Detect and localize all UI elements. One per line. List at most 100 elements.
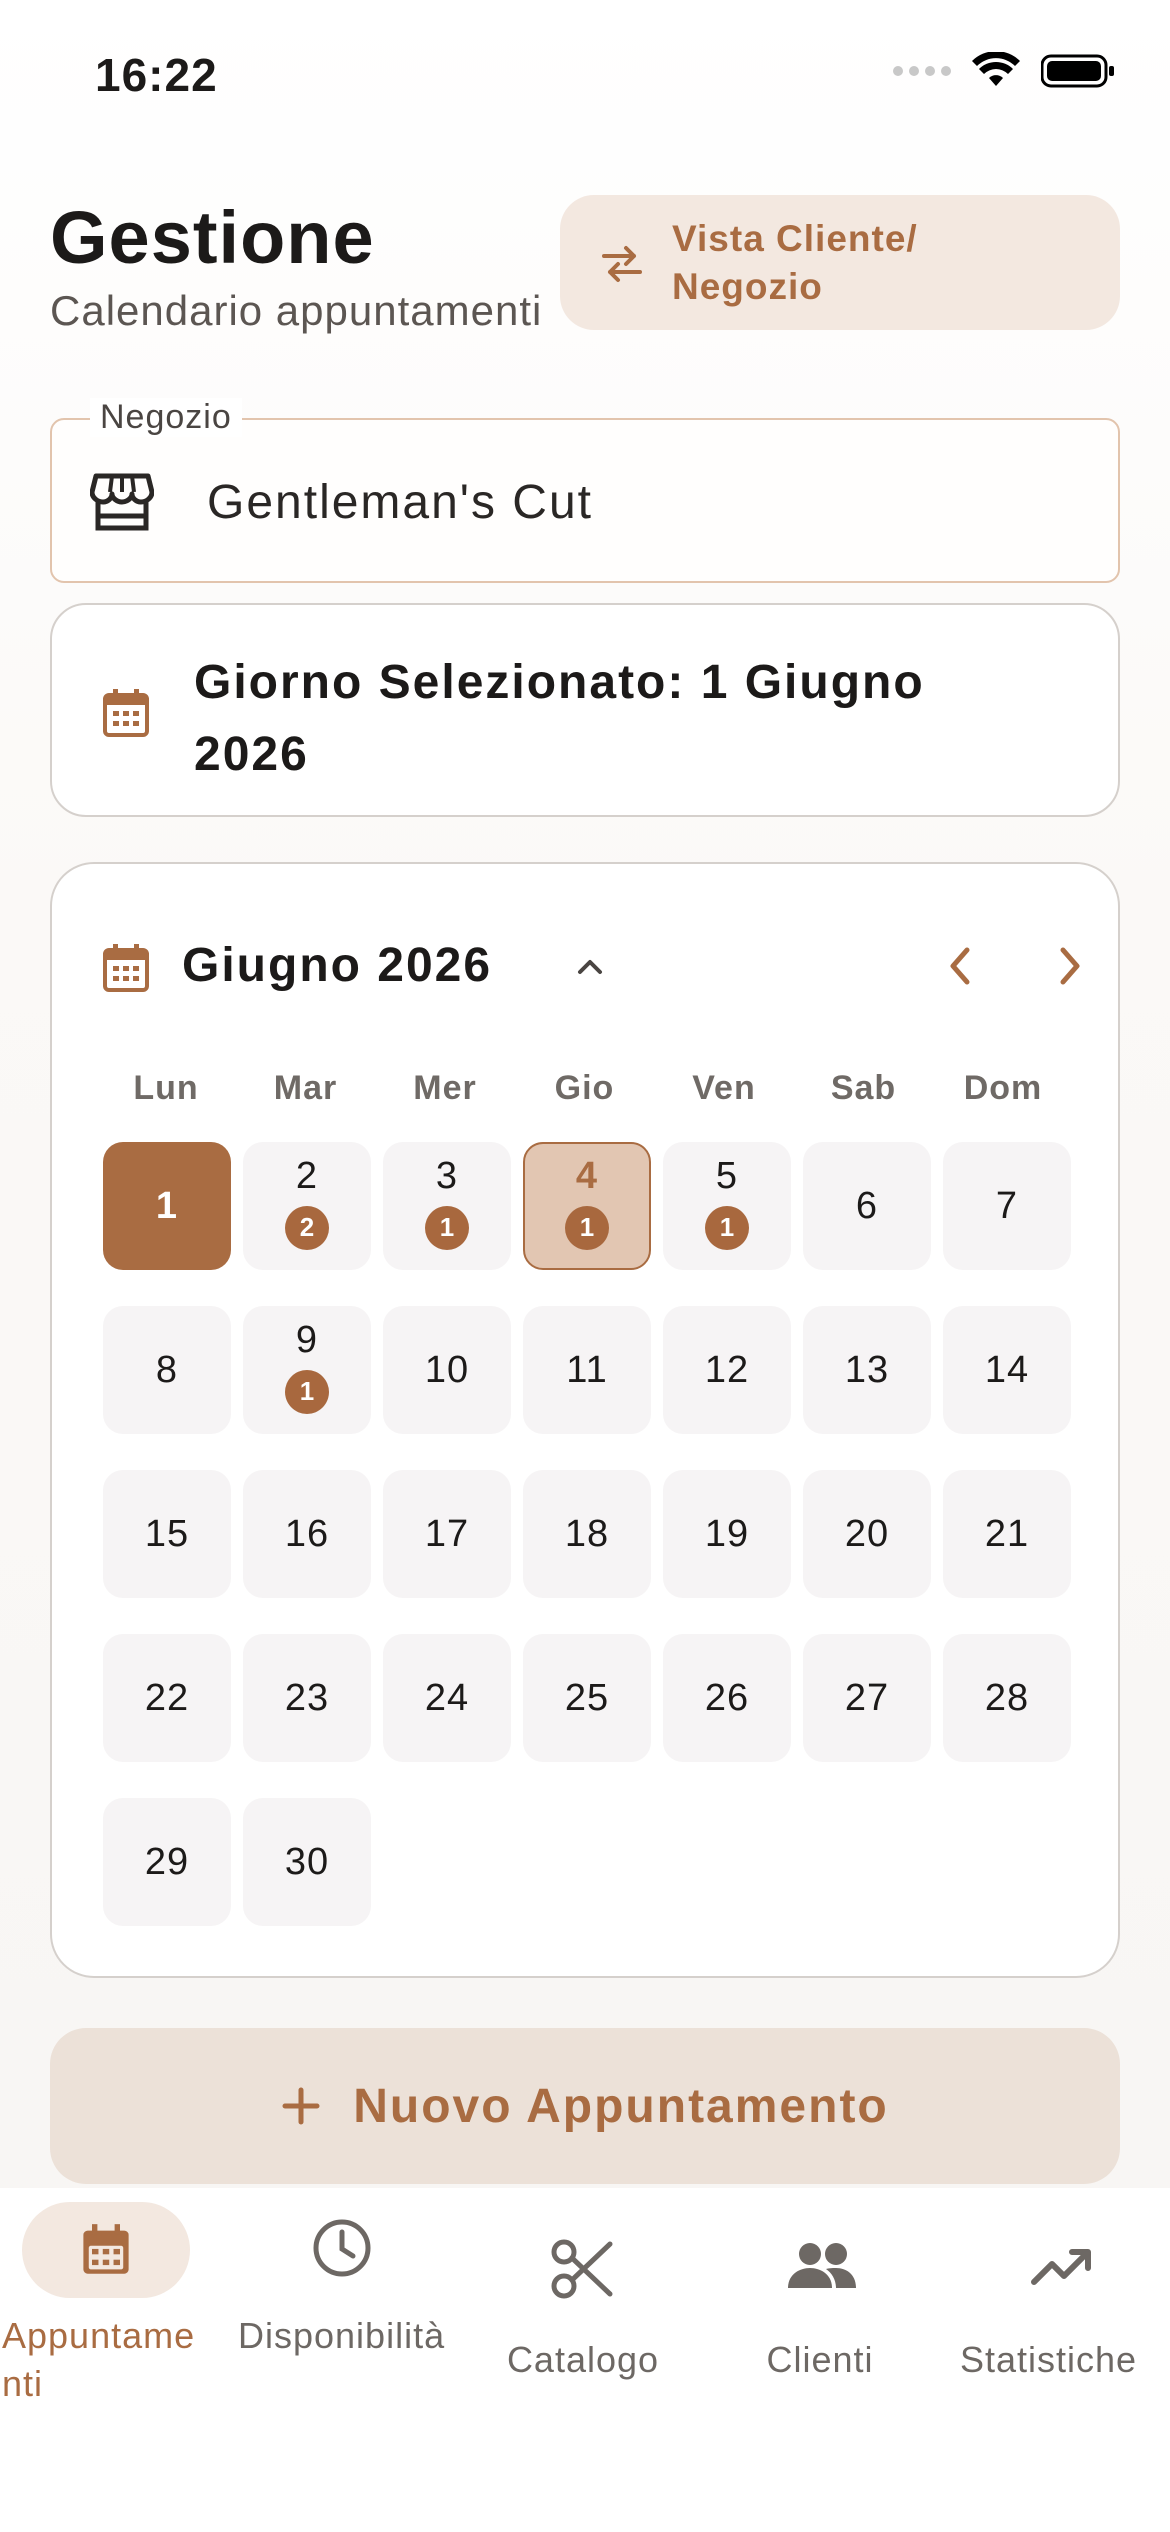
shop-select-field[interactable]: Negozio Gentleman's Cut	[50, 398, 1120, 583]
calendar-day[interactable]: 12	[663, 1306, 791, 1434]
calendar-day[interactable]: 16	[243, 1470, 371, 1598]
calendar-day[interactable]: 31	[383, 1142, 511, 1270]
day-number: 1	[155, 1184, 179, 1227]
calendar-day[interactable]: 13	[803, 1306, 931, 1434]
day-number: 12	[704, 1348, 750, 1391]
calendar-day[interactable]: 91	[243, 1306, 371, 1434]
calendar-day[interactable]: 18	[523, 1470, 651, 1598]
day-number: 22	[144, 1676, 190, 1719]
toggle-view-button[interactable]: Vista Cliente/ Negozio	[560, 195, 1120, 330]
day-number: 5	[715, 1154, 739, 1197]
calendar-day[interactable]: 28	[943, 1634, 1071, 1762]
calendar-day[interactable]: 41	[523, 1142, 651, 1270]
status-icons	[893, 52, 1115, 90]
calendar-day[interactable]: 51	[663, 1142, 791, 1270]
calendar-day-grid: 1 2 2 3 1 4 1 5 1 6 7 8 9 1 10 11 12 13 14 15 16 17 18 19 20 21 22…	[103, 1142, 1071, 1926]
calendar-day[interactable]: 22	[243, 1142, 371, 1270]
calendar-day[interactable]: 8	[103, 1306, 231, 1434]
weekday-label: Ven	[692, 1069, 756, 1107]
calendar-day[interactable]: 15	[103, 1470, 231, 1598]
day-number: 2	[295, 1154, 319, 1197]
chevron-up-icon[interactable]	[572, 948, 608, 984]
nav-label-statistics: Statistiche	[960, 2339, 1138, 2380]
cellular-signal-icon	[893, 66, 951, 76]
chevron-left-icon[interactable]	[937, 942, 985, 990]
nav-label-appointments: Appuntamenti	[2, 2315, 196, 2404]
calendar-day[interactable]: 29	[103, 1798, 231, 1926]
calendar-day[interactable]: 26	[663, 1634, 791, 1762]
calendar-header: Giugno 2026	[102, 934, 1080, 1004]
calendar-day[interactable]: 24	[383, 1634, 511, 1762]
calendar-month-label: Giugno 2026	[182, 939, 493, 992]
trending-up-icon	[1031, 2249, 1091, 2285]
swap-icon	[602, 245, 642, 282]
chevron-right-icon[interactable]	[1045, 942, 1093, 990]
toggle-view-label: Vista Cliente/ Negozio	[672, 217, 918, 307]
day-number: 25	[564, 1676, 610, 1719]
page-subtitle: Calendario appuntamenti	[50, 287, 543, 334]
day-number: 11	[566, 1348, 608, 1391]
calendar-day[interactable]: 25	[523, 1634, 651, 1762]
appointment-count-badge: 1	[425, 1205, 469, 1250]
page-header: Gestione Calendario appuntamenti Vista C…	[50, 195, 1120, 345]
calendar-day[interactable]: 7	[943, 1142, 1071, 1270]
status-time: 16:22	[95, 49, 218, 101]
day-number: 20	[844, 1512, 890, 1555]
calendar-day[interactable]: 19	[663, 1470, 791, 1598]
day-number: 3	[435, 1154, 459, 1197]
clock-icon	[313, 2219, 371, 2277]
day-number: 8	[155, 1348, 179, 1391]
new-appointment-label: Nuovo Appuntamento	[353, 2079, 889, 2133]
weekday-header-row: Lun Mar Mer Gio Ven Sab Dom	[102, 1069, 1067, 1108]
selected-day-card: Giorno Selezionato: 1 Giugno 2026	[50, 603, 1120, 817]
calendar-day[interactable]: 20	[803, 1470, 931, 1598]
nav-label-availability: Disponibilità	[238, 2315, 446, 2356]
calendar-day[interactable]: 1	[103, 1142, 231, 1270]
page-title: Gestione	[50, 196, 375, 279]
weekday-label: Mar	[273, 1069, 338, 1107]
calendar-day[interactable]: 14	[943, 1306, 1071, 1434]
day-number: 10	[424, 1348, 470, 1391]
weekday-label: Sab	[830, 1069, 897, 1107]
calendar-day[interactable]: 10	[383, 1306, 511, 1434]
wifi-icon	[972, 52, 1020, 86]
calendar-day[interactable]: 21	[943, 1470, 1071, 1598]
day-number: 14	[984, 1348, 1030, 1391]
calendar-day[interactable]: 6	[803, 1142, 931, 1270]
scissors-icon	[551, 2239, 613, 2299]
day-number: 21	[984, 1512, 1030, 1555]
day-number: 4	[575, 1154, 599, 1197]
calendar-day[interactable]: 23	[243, 1634, 371, 1762]
day-number: 29	[144, 1840, 190, 1883]
day-number: 28	[984, 1676, 1030, 1719]
calendar-icon	[83, 2224, 129, 2274]
day-number: 13	[844, 1348, 890, 1391]
plus-icon	[282, 2087, 320, 2125]
battery-icon	[1041, 54, 1114, 88]
day-number: 19	[704, 1512, 750, 1555]
calendar-day[interactable]: 22	[103, 1634, 231, 1762]
day-number: 7	[995, 1184, 1019, 1227]
day-number: 15	[144, 1512, 190, 1555]
calendar-card: Giugno 2026 Lun Mar Mer Gio Ven Sab Dom 122314…	[50, 862, 1120, 1978]
nav-label-catalog: Catalogo	[506, 2339, 660, 2380]
weekday-label: Lun	[133, 1069, 199, 1107]
appointment-count-badge: 1	[565, 1205, 609, 1250]
calendar-day[interactable]: 17	[383, 1470, 511, 1598]
calendar-icon	[103, 944, 149, 992]
calendar-day[interactable]: 30	[243, 1798, 371, 1926]
appointment-count-badge: 2	[285, 1205, 329, 1250]
appointment-count-badge: 1	[285, 1369, 329, 1414]
bottom-nav: Appuntamenti Disponibilità Catalogo Clie…	[0, 2188, 1170, 2532]
status-bar: 16:22	[0, 0, 1170, 150]
weekday-label: Dom	[963, 1069, 1043, 1107]
calendar-day[interactable]: 27	[803, 1634, 931, 1762]
day-number: 24	[424, 1676, 470, 1719]
day-number: 6	[855, 1184, 879, 1227]
selected-day-text: Giorno Selezionato: 1 Giugno 2026	[194, 656, 925, 781]
shop-value: Gentleman's Cut	[207, 476, 593, 529]
new-appointment-button[interactable]: Nuovo Appuntamento	[50, 2028, 1120, 2184]
day-number: 26	[704, 1676, 750, 1719]
calendar-day[interactable]: 11	[523, 1306, 651, 1434]
day-number: 16	[284, 1512, 330, 1555]
